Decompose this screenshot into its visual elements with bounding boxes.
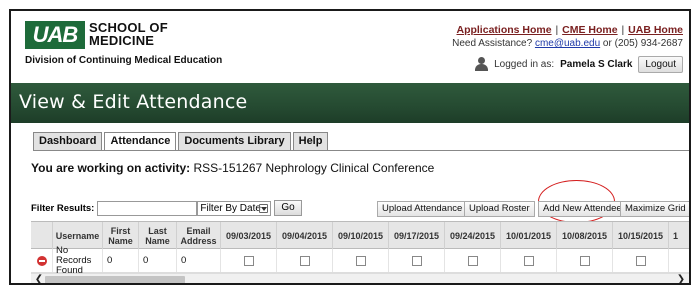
email-link[interactable]: cme@uab.edu: [535, 38, 600, 49]
header-action: [31, 222, 53, 249]
attendance-checkbox[interactable]: [635, 255, 646, 266]
header-first-name[interactable]: First Name: [103, 222, 139, 249]
logo-line-2: MEDICINE: [89, 33, 155, 48]
go-button[interactable]: Go: [274, 200, 302, 216]
attendance-checkbox[interactable]: [243, 255, 254, 266]
phone-number: (205) 934-2687: [614, 38, 683, 49]
header-email-address[interactable]: Email Address: [177, 222, 221, 249]
attendance-cell: [557, 249, 613, 272]
filter-label: Filter Results:: [31, 202, 95, 214]
header-last-name[interactable]: Last Name: [139, 222, 177, 249]
attendance-checkbox[interactable]: [299, 255, 310, 266]
filter-select[interactable]: Filter By Date: [197, 200, 272, 216]
cell-first-name: 0: [103, 249, 139, 272]
logged-in-label: Logged in as:: [494, 58, 555, 70]
filter-bar: Filter Results: Filter By Date Go: [31, 199, 302, 217]
attendance-cell: [445, 249, 501, 272]
division-name: Division of Continuing Medical Education: [25, 55, 223, 66]
attendance-checkbox[interactable]: [467, 255, 478, 266]
assistance-label: Need Assistance?: [452, 38, 533, 49]
attendance-cell: [221, 249, 277, 272]
attendance-checkbox[interactable]: [355, 255, 366, 266]
attendance-cell: [389, 249, 445, 272]
activity-prefix: You are working on activity:: [31, 161, 191, 175]
header-date[interactable]: 09/04/2015: [277, 222, 333, 249]
scroll-thumb[interactable]: [45, 276, 185, 283]
cell-email: 0: [177, 249, 221, 272]
app-frame: UAB SCHOOL OF MEDICINE Division of Conti…: [9, 9, 691, 285]
uab-home-link[interactable]: UAB Home: [628, 24, 683, 36]
attendance-checkbox[interactable]: [411, 255, 422, 266]
header-date[interactable]: 1: [669, 222, 689, 249]
phone-prefix: or: [602, 38, 612, 49]
row-delete-cell: [31, 249, 53, 272]
header-date[interactable]: 09/17/2015: [389, 222, 445, 249]
scroll-right-icon[interactable]: ❯: [675, 274, 687, 283]
cell-last-name: 0: [139, 249, 177, 272]
grid-header: Username First Name Last Name Email Addr…: [31, 221, 689, 249]
attendance-checkbox[interactable]: [523, 255, 534, 266]
page-banner: View & Edit Attendance: [11, 83, 689, 123]
attendance-cell: [277, 249, 333, 272]
scroll-left-icon[interactable]: ❮: [33, 274, 45, 283]
filter-input[interactable]: [97, 200, 198, 216]
applications-home-link[interactable]: Applications Home: [456, 24, 551, 36]
page-title: View & Edit Attendance: [19, 91, 248, 113]
cme-home-link[interactable]: CME Home: [562, 24, 617, 36]
top-links: Applications Home | CME Home | UAB Home: [456, 24, 683, 36]
user-name: Pamela S Clark: [560, 58, 633, 70]
horizontal-scrollbar[interactable]: ❮ ❯: [31, 273, 689, 283]
tab-divider: [33, 150, 689, 151]
maximize-grid-button[interactable]: Maximize Grid: [620, 201, 689, 217]
assistance-info: Need Assistance? cme@uab.edu or (205) 93…: [452, 38, 683, 49]
tab-bar: Dashboard Attendance Documents Library H…: [33, 132, 329, 151]
chevron-down-icon: [259, 203, 269, 213]
attendance-checkbox[interactable]: [579, 255, 590, 266]
header-date[interactable]: 10/15/2015: [613, 222, 669, 249]
header-date[interactable]: 10/08/2015: [557, 222, 613, 249]
tab-help[interactable]: Help: [292, 132, 329, 150]
activity-name: RSS-151267 Nephrology Clinical Conferenc…: [193, 161, 435, 175]
attendance-grid: Username First Name Last Name Email Addr…: [31, 221, 689, 276]
logout-button[interactable]: Logout: [638, 55, 683, 73]
tab-documents-library[interactable]: Documents Library: [178, 132, 291, 150]
delete-icon[interactable]: [36, 255, 47, 266]
attendance-cell: [333, 249, 389, 272]
header-date[interactable]: 09/24/2015: [445, 222, 501, 249]
login-status: Logged in as: Pamela S Clark Logout: [475, 55, 683, 73]
table-row: No Records Found 0 0 0: [31, 245, 689, 275]
logo-text: SCHOOL OF MEDICINE: [89, 21, 209, 47]
header-date[interactable]: 10/01/2015: [501, 222, 557, 249]
attendance-cell: [501, 249, 557, 272]
filter-select-value: Filter By Date: [200, 202, 261, 214]
logo-mark: UAB: [25, 21, 85, 49]
tab-dashboard[interactable]: Dashboard: [33, 132, 103, 150]
header: UAB SCHOOL OF MEDICINE Division of Conti…: [11, 11, 689, 83]
activity-info: You are working on activity: RSS-151267 …: [31, 161, 434, 175]
header-date[interactable]: 09/03/2015: [221, 222, 277, 249]
add-new-attendee-button[interactable]: Add New Attendee: [538, 201, 627, 217]
tab-attendance[interactable]: Attendance: [104, 132, 177, 151]
user-icon: [475, 57, 489, 71]
attendance-cell: [613, 249, 669, 272]
upload-attendance-button[interactable]: Upload Attendance: [377, 201, 468, 217]
cell-username: No Records Found: [53, 245, 103, 275]
upload-roster-button[interactable]: Upload Roster: [464, 201, 535, 217]
header-date[interactable]: 09/10/2015: [333, 222, 389, 249]
